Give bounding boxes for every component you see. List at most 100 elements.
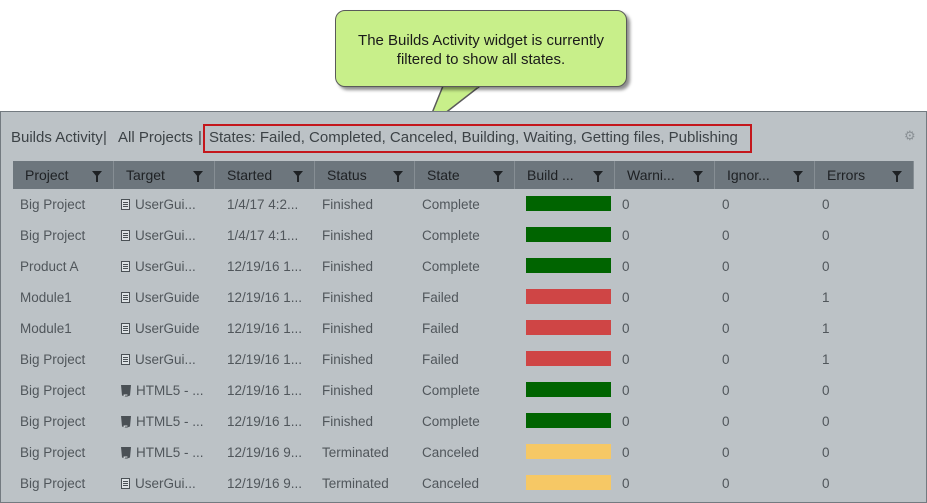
- cell-ignored: 0: [722, 476, 730, 491]
- cell-target: UserGui...: [121, 220, 213, 251]
- cell-state: Complete: [422, 383, 480, 398]
- cell-project: Big Project: [20, 383, 86, 398]
- column-header-warnings[interactable]: Warni...: [615, 161, 715, 189]
- document-icon: [121, 230, 130, 241]
- build-progress-bar: [526, 289, 611, 304]
- column-header-label: State: [427, 167, 460, 183]
- cell-ignored: 0: [722, 445, 730, 460]
- cell-status: Finished: [322, 352, 374, 367]
- filter-icon[interactable]: [393, 171, 403, 182]
- column-header-state[interactable]: State: [415, 161, 515, 189]
- table-row[interactable]: Big Project UserGui... 12/19/16 9... Termin…: [13, 468, 914, 499]
- gear-icon[interactable]: ⚙: [904, 129, 917, 142]
- widget-header: Builds Activity | All Projects | States:…: [1, 112, 926, 160]
- target-label: UserGuide: [135, 321, 200, 336]
- cell-started: 12/19/16 1...: [227, 321, 303, 336]
- cell-errors: 0: [822, 228, 830, 243]
- table-row[interactable]: Module1 UserGuide 12/19/16 1... Finished Fai…: [13, 282, 914, 313]
- build-progress-bar: [526, 444, 611, 459]
- cell-target: HTML5 - ...: [121, 375, 213, 406]
- cell-warnings: 0: [622, 352, 630, 367]
- column-header-errors[interactable]: Errors: [815, 161, 914, 189]
- cell-started: 1/4/17 4:2...: [227, 197, 299, 212]
- cell-warnings: 0: [622, 290, 630, 305]
- document-icon: [121, 354, 130, 365]
- cell-errors: 0: [822, 197, 830, 212]
- cell-project: Module1: [20, 290, 72, 305]
- filter-icon[interactable]: [693, 171, 703, 182]
- build-progress-bar: [526, 320, 611, 335]
- target-label: HTML5 - ...: [136, 414, 204, 429]
- states-filter-link[interactable]: States: Failed, Completed, Canceled, Bui…: [209, 129, 738, 146]
- target-label: UserGui...: [135, 259, 196, 274]
- cell-status: Finished: [322, 383, 374, 398]
- cell-status: Finished: [322, 414, 374, 429]
- html5-icon: [121, 447, 131, 459]
- cell-target: UserGui...: [121, 251, 213, 282]
- target-label: UserGui...: [135, 197, 196, 212]
- filter-icon[interactable]: [293, 171, 303, 182]
- cell-ignored: 0: [722, 414, 730, 429]
- table-row[interactable]: Big Project UserGui... 12/19/16 1... Finish…: [13, 344, 914, 375]
- table-row[interactable]: Module1 UserGuide 12/19/16 1... Finished Fai…: [13, 313, 914, 344]
- column-header-label: Build ...: [527, 167, 574, 183]
- cell-errors: 1: [822, 290, 830, 305]
- project-filter-link[interactable]: All Projects: [118, 129, 193, 146]
- cell-state: Canceled: [422, 476, 480, 491]
- builds-activity-widget: Builds Activity | All Projects | States:…: [0, 111, 927, 503]
- widget-title: Builds Activity: [11, 129, 103, 146]
- callout-bubble: The Builds Activity widget is currently …: [335, 10, 627, 87]
- filter-icon[interactable]: [193, 171, 203, 182]
- cell-status: Finished: [322, 197, 374, 212]
- cell-project: Big Project: [20, 197, 86, 212]
- cell-warnings: 0: [622, 476, 630, 491]
- column-header-status[interactable]: Status: [315, 161, 415, 189]
- cell-started: 12/19/16 1...: [227, 414, 303, 429]
- table-row[interactable]: Product A UserGui... 12/19/16 1... Finished…: [13, 251, 914, 282]
- table-row[interactable]: Big Project HTML5 - ... 12/19/16 9... Termi…: [13, 437, 914, 468]
- cell-project: Big Project: [20, 352, 86, 367]
- column-header-label: Started: [227, 167, 273, 183]
- filter-icon[interactable]: [593, 171, 603, 182]
- target-label: HTML5 - ...: [136, 383, 204, 398]
- build-progress-bar: [526, 351, 611, 366]
- table-row[interactable]: Big Project HTML5 - ... 12/19/16 1... Finis…: [13, 406, 914, 437]
- filter-icon[interactable]: [892, 171, 902, 182]
- column-header-label: Project: [25, 167, 69, 183]
- callout-line-1: The Builds Activity widget is currently: [358, 32, 604, 49]
- cell-state: Failed: [422, 352, 459, 367]
- cell-started: 12/19/16 1...: [227, 259, 303, 274]
- target-label: UserGui...: [135, 228, 196, 243]
- cell-started: 12/19/16 9...: [227, 476, 303, 491]
- column-header-project[interactable]: Project: [13, 161, 114, 189]
- callout-line-2: filtered to show all states.: [396, 51, 566, 68]
- cell-project: Big Project: [20, 414, 86, 429]
- filter-icon[interactable]: [493, 171, 503, 182]
- column-header-label: Target: [126, 167, 165, 183]
- cell-state: Canceled: [422, 445, 480, 460]
- cell-target: HTML5 - ...: [121, 406, 213, 437]
- cell-state: Complete: [422, 259, 480, 274]
- cell-errors: 0: [822, 445, 830, 460]
- table-row[interactable]: Big Project UserGui... 1/4/17 4:2... Finish…: [13, 189, 914, 220]
- cell-project: Big Project: [20, 228, 86, 243]
- filter-icon[interactable]: [92, 171, 102, 182]
- cell-errors: 0: [822, 259, 830, 274]
- filter-icon[interactable]: [793, 171, 803, 182]
- cell-status: Finished: [322, 321, 374, 336]
- cell-started: 12/19/16 1...: [227, 290, 303, 305]
- column-header-build[interactable]: Build ...: [515, 161, 615, 189]
- target-label: UserGuide: [135, 290, 200, 305]
- table-row[interactable]: Big Project HTML5 - ... 12/19/16 1... Finis…: [13, 375, 914, 406]
- column-header-target[interactable]: Target: [114, 161, 215, 189]
- cell-target: HTML5 - ...: [121, 437, 213, 468]
- cell-project: Module1: [20, 321, 72, 336]
- cell-warnings: 0: [622, 259, 630, 274]
- build-progress-bar: [526, 227, 611, 242]
- cell-started: 12/19/16 9...: [227, 445, 303, 460]
- table-row[interactable]: Big Project UserGui... 1/4/17 4:1... Finish…: [13, 220, 914, 251]
- cell-target: UserGui...: [121, 468, 213, 499]
- column-header-ignored[interactable]: Ignor...: [715, 161, 815, 189]
- column-header-started[interactable]: Started: [215, 161, 315, 189]
- builds-grid: Project Target Started Status State Build ...…: [13, 161, 914, 499]
